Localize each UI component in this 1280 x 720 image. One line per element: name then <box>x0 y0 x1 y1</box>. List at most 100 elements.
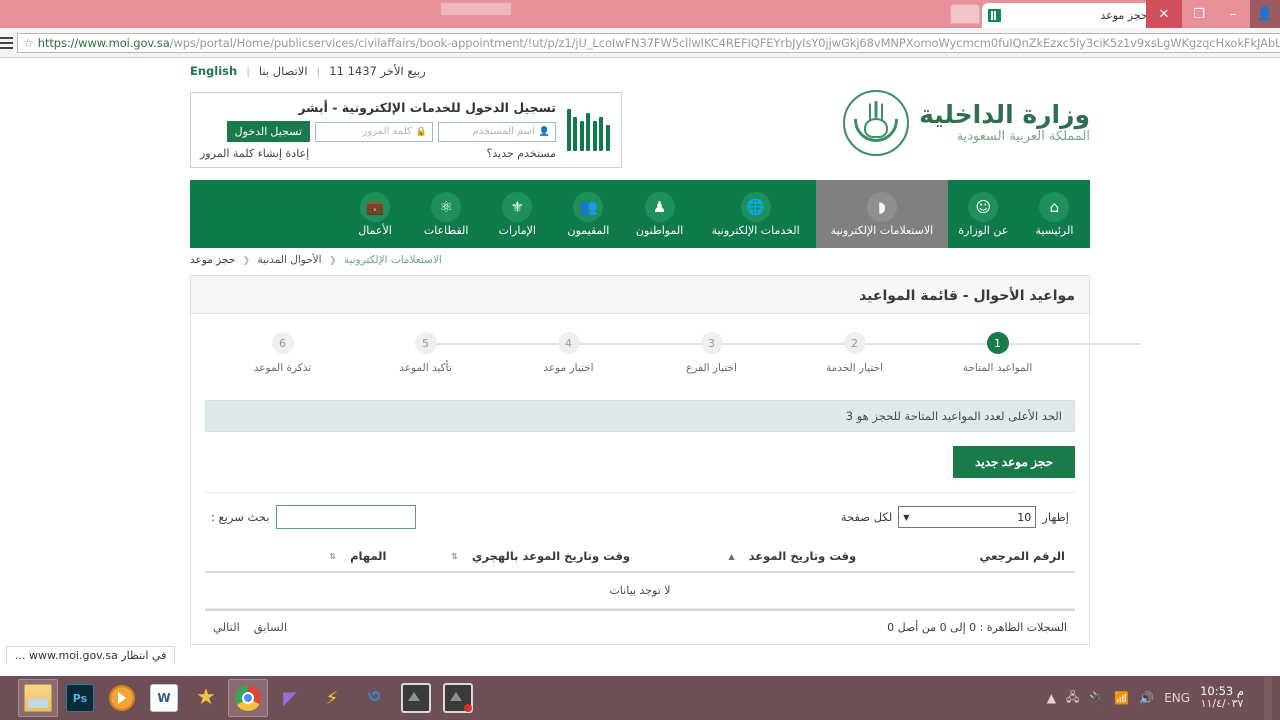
signal-icon[interactable]: 📶 <box>1114 691 1129 705</box>
sort-ascending-icon: ▲ <box>728 552 734 561</box>
taskbar-photoshop[interactable]: Ps <box>60 679 100 717</box>
nav-item-home[interactable]: ⌂ الرئيسية <box>1019 180 1090 248</box>
user-icon: 👤 <box>539 127 550 137</box>
step-2[interactable]: 2 اختيار الخدمة <box>783 332 926 374</box>
taskbar-star-app[interactable]: ★ <box>186 679 226 717</box>
taskbar-word[interactable]: W <box>144 679 184 717</box>
taskbar-winamp[interactable]: ⚡ <box>312 679 352 717</box>
taskbar-picture-app-1[interactable] <box>396 679 436 717</box>
new-user-link[interactable]: مستخدم جديد؟ <box>487 147 556 160</box>
step-5-number: 5 <box>415 332 437 354</box>
nav-item-e-inquiries[interactable]: ◗ الاستعلامات الإلكترونية <box>816 180 948 248</box>
column-reference-number[interactable]: الرقم المرجعي <box>866 543 1075 572</box>
system-tray: ▲ 🖧 🔌 📶 🔊 ENG 10:53 م ١١/٤/٠٣٧ <box>1047 676 1280 720</box>
appointments-panel: مواعيد الأحوال - قائمة المواعيد 1 المواع… <box>190 275 1090 645</box>
network-icon[interactable]: 🖧 <box>1066 688 1079 709</box>
site-header: وزارة الداخلية المملكة العربية السعودية <box>190 80 1090 168</box>
breadcrumb-separator-1: ❮ <box>329 256 337 266</box>
clock-date: ١١/٤/٠٣٧ <box>1200 698 1244 711</box>
username-input[interactable]: 👤 اسم المستخدم <box>438 122 556 142</box>
nav-item-emirates[interactable]: ⚜ الإمارات <box>482 180 553 248</box>
step-5-label: تأكيد الموعد <box>399 362 452 374</box>
bookmark-star-icon[interactable]: ☆ <box>23 36 34 50</box>
usb-icon[interactable]: 🔌 <box>1089 691 1104 705</box>
minimize-button[interactable]: – <box>1216 0 1250 28</box>
utility-separator-2: | <box>317 65 321 78</box>
nav-item-residents[interactable]: 👥 المقيمون <box>553 180 624 248</box>
wizard-stepper: 1 المواعيد المتاحة 2 اختيار الخدمة 3 اخت… <box>205 328 1075 374</box>
new-appointment-button[interactable]: حجز موعد جديد <box>953 446 1075 478</box>
pagination-next[interactable]: التالي <box>213 620 240 634</box>
column-appointment-hijri[interactable]: وقت وتاريخ الموعد بالهجري ⇅ <box>396 543 640 572</box>
search-input[interactable] <box>276 505 416 529</box>
video-player-icon: ◤ <box>277 685 303 711</box>
ministry-logo[interactable]: وزارة الداخلية المملكة العربية السعودية <box>835 80 1090 156</box>
clock[interactable]: 10:53 م ١١/٤/٠٣٧ <box>1200 685 1248 711</box>
show-hidden-icons[interactable]: ▲ <box>1047 691 1056 705</box>
maximize-button[interactable]: ❐ <box>1182 0 1216 28</box>
nav-label-sectors: القطاعات <box>424 224 469 237</box>
media-player-icon <box>109 685 135 711</box>
step-4-number: 4 <box>558 332 580 354</box>
login-submit-button[interactable]: تسجيل الدخول <box>227 121 310 142</box>
main-navigation: ⌂ الرئيسية ☺ عن الوزارة ◗ الاستعلامات ال… <box>190 180 1090 248</box>
volume-icon[interactable]: 🔊 <box>1139 691 1154 705</box>
password-input[interactable]: 🔒 كلمة المرور <box>315 122 433 142</box>
login-title: تسجيل الدخول للخدمات الإلكترونية - أبشر <box>200 100 556 115</box>
contact-us-link[interactable]: الاتصال بنا <box>259 64 308 78</box>
taskbar-swirl-app[interactable]: ৩ <box>354 679 394 717</box>
chrome-icon <box>235 685 261 711</box>
reset-password-link[interactable]: إعادة إنشاء كلمة المرور <box>200 147 309 160</box>
taskbar-media-player[interactable] <box>102 679 142 717</box>
page-length-select[interactable]: ▼ 10 <box>898 506 1036 528</box>
breadcrumb-item-1[interactable]: الاستعلامات الإلكترونية <box>344 254 442 266</box>
address-bar[interactable]: ☆ https://www.moi.gov.sa/wps/portal/Home… <box>17 33 1280 53</box>
sort-icon-tasks: ⇅ <box>329 552 336 561</box>
browser-menu-icon[interactable] <box>0 37 13 49</box>
appointments-table-wrapper: إظهار ▼ 10 لكل صفحة بحث سريع : <box>205 492 1075 638</box>
step-1-number: 1 <box>987 332 1009 354</box>
breadcrumb-separator-2: ❮ <box>243 256 251 266</box>
nav-spacer <box>190 180 339 248</box>
taskbar-file-explorer[interactable] <box>18 679 58 717</box>
profile-icon[interactable]: 👤 <box>1250 0 1280 28</box>
step-1[interactable]: 1 المواعيد المتاحة <box>926 332 1069 374</box>
step-4[interactable]: 4 اختيار موعد <box>497 332 640 374</box>
language-indicator[interactable]: ENG <box>1164 691 1190 705</box>
nav-item-citizens[interactable]: ♟ المواطنون <box>624 180 695 248</box>
step-3[interactable]: 3 اختيار الفرع <box>640 332 783 374</box>
step-6[interactable]: 6 تذكرة الموعد <box>211 332 354 374</box>
nav-item-about-ministry[interactable]: ☺ عن الوزارة <box>948 180 1019 248</box>
taskbar-chrome[interactable] <box>228 679 268 717</box>
chevron-down-icon: ▼ <box>903 513 909 522</box>
swirl-icon: ৩ <box>361 685 387 711</box>
picture-icon-2 <box>443 683 473 713</box>
browser-tab[interactable]: ✕ حجز موعد <box>982 3 1172 28</box>
step-4-label: اختيار موعد <box>543 362 593 374</box>
nav-item-sectors[interactable]: ⚛ القطاعات <box>411 180 482 248</box>
language-switch-link[interactable]: English <box>190 64 237 78</box>
new-tab-button[interactable] <box>950 4 980 24</box>
nav-label-business: الأعمال <box>358 224 392 237</box>
close-window-button[interactable]: ✕ <box>1146 0 1182 28</box>
column-tasks[interactable]: المهام ⇅ <box>205 543 396 572</box>
step-2-label: اختيار الخدمة <box>826 362 883 374</box>
page-viewport: English | الاتصال بنا | 11 ربيع الأخر 14… <box>0 58 1280 666</box>
table-footer: السجلات الظاهرة : 0 إلى 0 من أصل 0 الساب… <box>205 609 1075 638</box>
inquiry-icon: ◗ <box>867 192 897 222</box>
step-2-number: 2 <box>844 332 866 354</box>
taskbar-picture-app-2[interactable] <box>438 679 478 717</box>
tab-favicon-icon <box>988 9 1001 22</box>
nav-item-business[interactable]: 💼 الأعمال <box>339 180 410 248</box>
breadcrumb-item-2[interactable]: الأحوال المدنية <box>257 254 321 266</box>
citizen-icon: ♟ <box>645 192 675 222</box>
taskbar-video-player[interactable]: ◤ <box>270 679 310 717</box>
step-5[interactable]: 5 تأكيد الموعد <box>354 332 497 374</box>
pagination-previous[interactable]: السابق <box>254 620 287 634</box>
ministry-logo-text: وزارة الداخلية المملكة العربية السعودية <box>919 101 1090 146</box>
nav-item-e-services[interactable]: 🌐 الخدمات الإلكترونية <box>695 180 816 248</box>
column-appointment-datetime[interactable]: وقت وتاريخ الموعد ▲ <box>640 543 866 572</box>
file-explorer-icon <box>24 684 52 712</box>
browser-toolbar: ☆ https://www.moi.gov.sa/wps/portal/Home… <box>0 28 1280 58</box>
show-desktop-button[interactable] <box>1264 676 1272 720</box>
